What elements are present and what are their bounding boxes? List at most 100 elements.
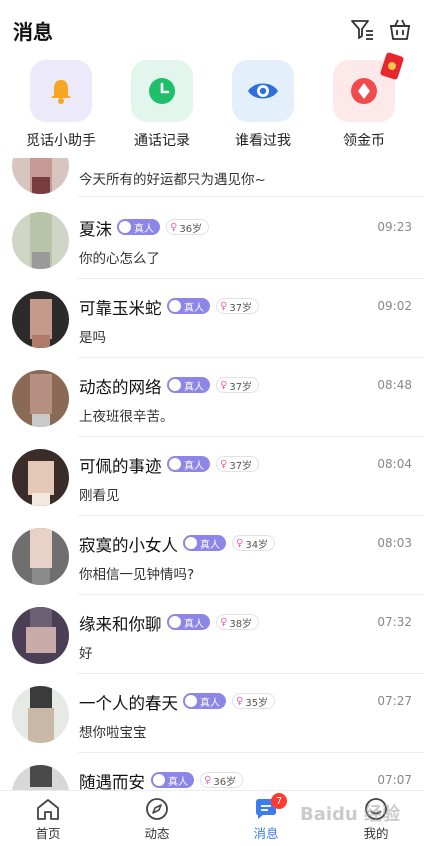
badge-group: 真人 ♀ 38岁 (167, 614, 260, 630)
compass-icon (146, 798, 168, 820)
badge-text: 真人 (184, 302, 204, 314)
quick-coins[interactable]: 领金币 (316, 51, 412, 150)
conversation-row[interactable]: 今天所有的好运都只为遇见你~ (0, 158, 424, 197)
conversation-row[interactable]: 夏沫 真人 ♀ 36岁 09:23 你的心怎么了 (0, 200, 424, 279)
timestamp: 08:04 (377, 457, 412, 471)
badge-group: 真人 ♀ 36岁 (117, 219, 210, 235)
female-icon: ♀ (204, 774, 212, 786)
page-title: 消息 (13, 20, 53, 44)
quick-actions: 觅话小助手 通话记录 谁看过我 领金币 (0, 51, 424, 155)
age-text: 38岁 (229, 618, 253, 630)
quick-call-records[interactable]: 通话记录 (114, 60, 210, 150)
female-icon: ♀ (170, 221, 178, 233)
avatar (12, 158, 69, 194)
badge-text: 真人 (184, 460, 204, 472)
timestamp: 09:02 (377, 299, 412, 313)
badge-text: 真人 (184, 618, 204, 630)
age-badge: ♀ 37岁 (216, 377, 260, 393)
real-person-badge: 真人 (167, 377, 210, 393)
tab-label: 消息 (253, 826, 279, 841)
age-badge: ♀ 38岁 (216, 614, 260, 630)
contact-name: 一个人的春天 (79, 694, 178, 713)
header: 消息 (0, 0, 424, 56)
quick-label: 通话记录 (134, 133, 190, 149)
coin-icon (333, 51, 405, 122)
avatar (12, 607, 69, 664)
conversation-row[interactable]: 动态的网络 真人 ♀ 37岁 08:48 上夜班很辛苦。 (0, 358, 424, 437)
person-icon (185, 537, 197, 549)
person-icon (169, 458, 181, 470)
red-envelope-icon (379, 51, 405, 81)
age-text: 34岁 (245, 539, 269, 551)
tab-moments[interactable]: 动态 (117, 797, 197, 842)
timestamp: 07:32 (377, 615, 412, 629)
message-preview: 是吗 (79, 330, 106, 346)
conversation-row[interactable]: 寂寞的小女人 真人 ♀ 34岁 08:03 你相信一见钟情吗? (0, 516, 424, 595)
quick-label: 谁看过我 (235, 133, 291, 149)
age-text: 37岁 (229, 302, 253, 314)
age-badge: ♀ 34岁 (232, 535, 276, 551)
conversation-row[interactable]: 可佩的事迹 真人 ♀ 37岁 08:04 刚看见 (0, 437, 424, 516)
age-text: 37岁 (229, 460, 253, 472)
real-person-badge: 真人 (183, 693, 226, 709)
badge-text: 真人 (134, 223, 154, 235)
quick-visitors[interactable]: 谁看过我 (215, 60, 311, 150)
timestamp: 09:23 (377, 220, 412, 234)
avatar (12, 212, 69, 269)
avatar (12, 291, 69, 348)
badge-group: 真人 ♀ 37岁 (167, 456, 260, 472)
timestamp: 07:07 (377, 773, 412, 787)
female-icon: ♀ (236, 695, 244, 707)
conversation-row[interactable]: 可靠玉米蛇 真人 ♀ 37岁 09:02 是吗 (0, 279, 424, 358)
person-icon (153, 774, 165, 786)
conversation-row[interactable]: 随遇而安 真人 ♀ 36岁 07:07 (0, 753, 424, 790)
timestamp: 08:03 (377, 536, 412, 550)
clock-icon (131, 60, 193, 122)
conversation-list[interactable]: 今天所有的好运都只为遇见你~ 夏沫 真人 ♀ 36岁 09:23 你的心怎么了 可… (0, 158, 424, 790)
age-badge: ♀ 36岁 (166, 219, 210, 235)
person-icon (169, 379, 181, 391)
contact-name: 动态的网络 (79, 378, 162, 397)
quick-label: 觅话小助手 (26, 133, 96, 149)
badge-text: 真人 (200, 539, 220, 551)
female-icon: ♀ (236, 537, 244, 549)
female-icon: ♀ (220, 300, 228, 312)
conversation-row[interactable]: 一个人的春天 真人 ♀ 35岁 07:27 想你啦宝宝 (0, 674, 424, 753)
age-badge: ♀ 37岁 (216, 298, 260, 314)
quick-label: 领金币 (343, 133, 385, 149)
quick-assistant[interactable]: 觅话小助手 (13, 60, 109, 150)
badge-group: 真人 ♀ 35岁 (183, 693, 276, 709)
badge-group: 真人 ♀ 36岁 (151, 772, 244, 788)
real-person-badge: 真人 (167, 298, 210, 314)
basket-icon[interactable] (387, 16, 413, 42)
avatar (12, 528, 69, 585)
contact-name: 可靠玉米蛇 (79, 299, 162, 318)
message-preview: 好 (79, 646, 93, 662)
age-text: 36岁 (213, 776, 237, 788)
badge-text: 真人 (184, 381, 204, 393)
real-person-badge: 真人 (167, 456, 210, 472)
real-person-badge: 真人 (167, 614, 210, 630)
age-text: 36岁 (179, 223, 203, 235)
avatar (12, 370, 69, 427)
person-icon (169, 616, 181, 628)
message-preview: 今天所有的好运都只为遇见你~ (79, 172, 266, 188)
age-badge: ♀ 35岁 (232, 693, 276, 709)
age-badge: ♀ 37岁 (216, 456, 260, 472)
age-text: 35岁 (245, 697, 269, 709)
conversation-row[interactable]: 缘来和你聊 真人 ♀ 38岁 07:32 好 (0, 595, 424, 674)
badge-text: 真人 (200, 697, 220, 709)
age-badge: ♀ 36岁 (200, 772, 244, 788)
person-icon (119, 221, 131, 233)
tab-home[interactable]: 首页 (8, 797, 88, 842)
real-person-badge: 真人 (183, 535, 226, 551)
contact-name: 寂寞的小女人 (79, 536, 178, 555)
timestamp: 08:48 (377, 378, 412, 392)
badge-text: 真人 (168, 776, 188, 788)
filter-icon[interactable] (349, 16, 375, 42)
avatar (12, 449, 69, 506)
unread-badge: 7 (271, 793, 287, 809)
eye-icon (232, 60, 294, 122)
tab-label: 动态 (144, 826, 170, 841)
tab-messages[interactable]: 7 消息 (226, 793, 306, 842)
